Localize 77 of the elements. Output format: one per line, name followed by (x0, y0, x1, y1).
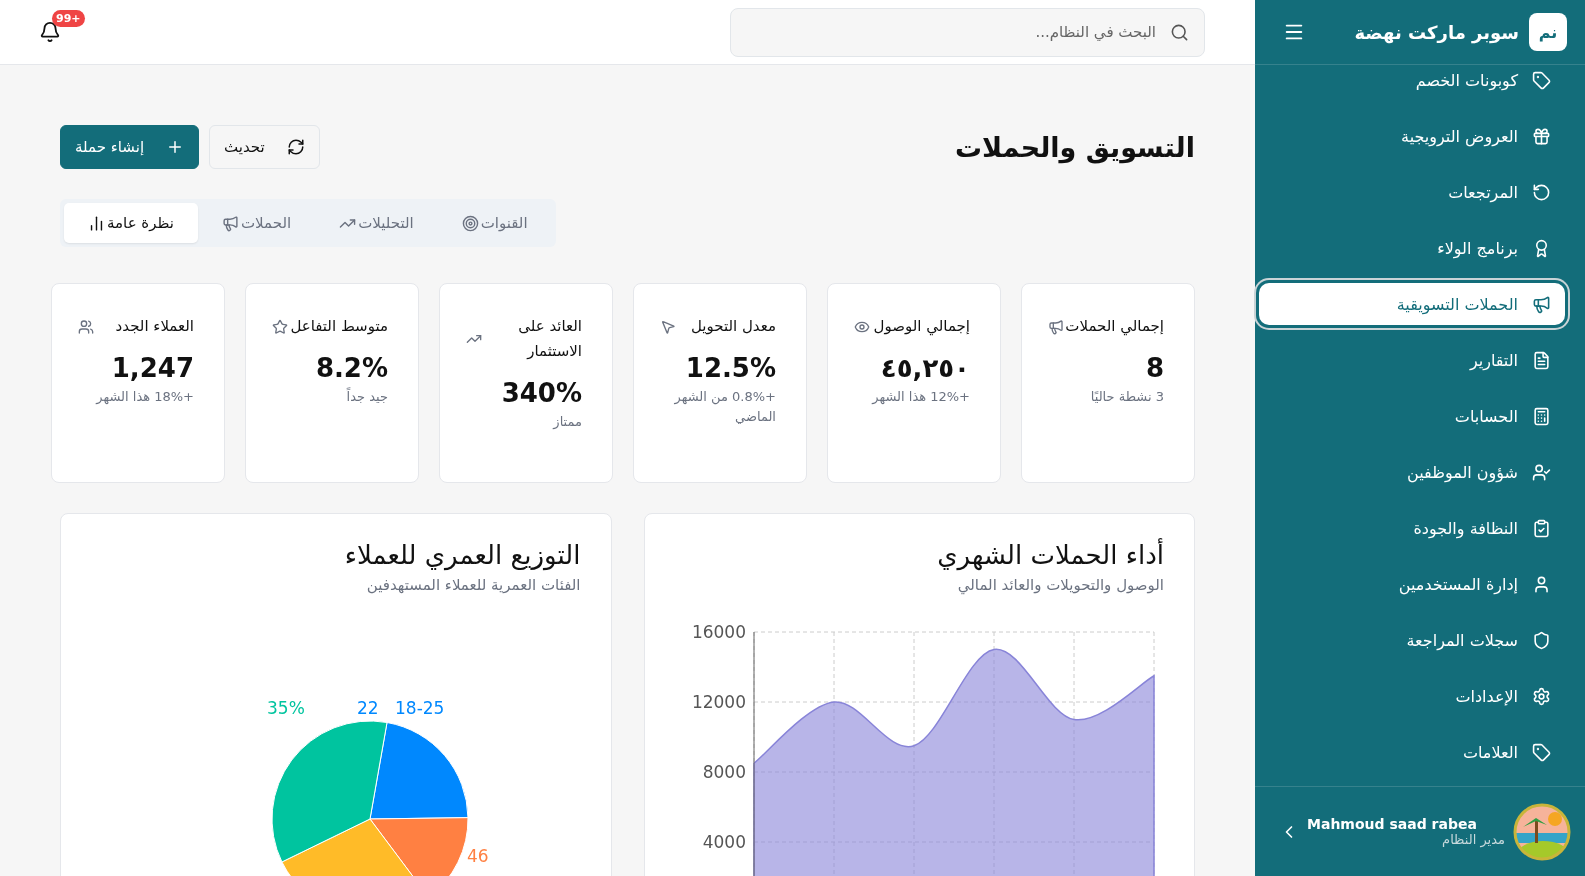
bell-icon[interactable] (39, 21, 61, 43)
chart-subtitle: الفئات العمرية للعملاء المستهدفين (365, 576, 581, 594)
sidebar-item[interactable]: التقارير (1277, 339, 1565, 381)
sidebar-item[interactable]: الحسابات (1277, 395, 1565, 437)
star-icon (272, 318, 288, 335)
axis-tick-label: 12000 (691, 692, 746, 712)
tab[interactable]: القنوات (437, 203, 552, 243)
sidebar-item[interactable]: سجلات المراجعة (1277, 619, 1565, 661)
user-check-icon (1532, 462, 1551, 482)
slice-label: 35% (266, 698, 305, 718)
sidebar-item[interactable]: برنامج الولاء (1277, 227, 1565, 269)
bar-chart-icon (88, 214, 105, 232)
notification-badge: 99+ (52, 10, 85, 27)
megaphone-icon (1532, 294, 1551, 314)
sidebar-item[interactable]: النظافة والجودة (1277, 507, 1565, 549)
stat-title: العملاء الجدد (114, 316, 194, 337)
stat-title: إجمالي الحملات (1064, 316, 1164, 338)
refresh-button[interactable]: تحديث (209, 125, 320, 169)
axis-tick-label: 8000 (702, 762, 746, 782)
sidebar-item[interactable]: كوبونات الخصم (1277, 59, 1565, 101)
stat-value: 1,247 (110, 353, 194, 383)
tab[interactable]: التحليلات (315, 203, 438, 243)
user-name: Mahmoud saad rabea (1307, 816, 1478, 832)
stat-value: 12.5% (684, 353, 776, 383)
create-button[interactable]: إنشاء حملة (60, 125, 200, 169)
sidebar-item[interactable]: العلامات (1277, 731, 1565, 773)
slice-label: 18-25 (394, 698, 444, 718)
cursor-icon (660, 318, 676, 335)
stat-note: +12% هذا الشهر (870, 388, 970, 406)
tag-icon (1532, 70, 1551, 90)
stat-value: 340% (500, 378, 582, 408)
axis-tick-label: 16000 (691, 622, 746, 642)
shield-icon (1532, 630, 1551, 650)
megaphone-icon (222, 214, 239, 232)
megaphone-icon (1048, 318, 1064, 335)
user-role: مدير النظام (1441, 832, 1505, 847)
settings-icon (1532, 686, 1551, 706)
page-title: التسويق والحملات (954, 131, 1195, 163)
slice-label: 46 (466, 846, 489, 866)
sidebar-item[interactable]: إدارة المستخدمين (1277, 563, 1565, 605)
user-icon (1532, 574, 1551, 594)
stat-note: +0.8% من الشهر الماضي (673, 388, 776, 426)
chart-title: أداء الحملات الشهري (936, 540, 1164, 570)
brand-name: سوبر ماركت نهضة (1353, 21, 1519, 43)
chart-title: التوزيع العمري للعملاء (343, 540, 581, 570)
refresh-icon (286, 138, 305, 156)
document-icon (1532, 350, 1551, 370)
sidebar-item[interactable]: المرتجعات (1277, 171, 1565, 213)
stat-value: 8.2% (314, 353, 388, 383)
brand-logo: نم (1529, 13, 1567, 51)
stat-value: 8 (1144, 353, 1164, 383)
chart-subtitle: الوصول والتحويلات والعائد المالي (956, 576, 1164, 594)
axis-tick-label: 4000 (702, 832, 746, 852)
clipboard-icon (1532, 518, 1551, 538)
target-icon (461, 214, 479, 232)
tag-icon (1532, 742, 1551, 762)
sidebar-item[interactable]: شؤون الموظفين (1277, 451, 1565, 493)
stat-note: جيد جداً (345, 387, 388, 406)
undo-icon (1532, 182, 1551, 202)
stat-note: ممتاز (551, 413, 582, 431)
stat-note: +18% هذا الشهر (94, 388, 194, 406)
stat-note: 3 نشطة حاليًا (1089, 388, 1164, 406)
search-field[interactable]: البحث في النظام... (730, 7, 1205, 57)
stat-value: ٤٥,٢٥٠ (879, 353, 970, 383)
calculator-icon (1532, 406, 1551, 426)
tab[interactable]: نظرة عامة (64, 203, 198, 243)
stat-title: إجمالي الوصول (872, 316, 970, 338)
users-icon (78, 318, 94, 335)
search-icon (1170, 22, 1189, 42)
slice-label: 22 (356, 698, 379, 718)
stat-title: العائد على الاستثمار (517, 316, 582, 362)
sidebar-item[interactable]: العروض الترويجية (1277, 115, 1565, 157)
stat-title: معدل التحويل (689, 316, 776, 337)
stat-title: متوسط التفاعل (289, 316, 388, 337)
tab[interactable]: الحملات (198, 203, 316, 243)
gift-icon (1532, 126, 1551, 146)
sidebar-item[interactable]: الإعدادات (1277, 675, 1565, 717)
